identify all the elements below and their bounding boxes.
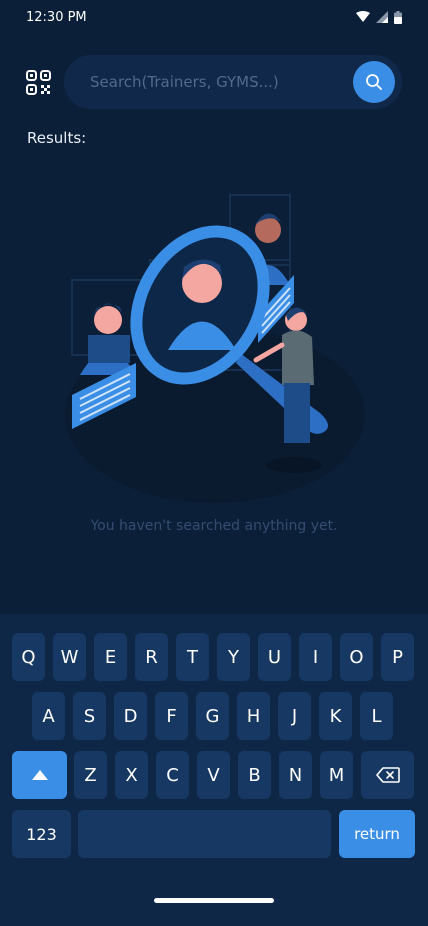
- empty-state-message: You haven't searched anything yet.: [90, 518, 338, 534]
- key-d[interactable]: D: [114, 692, 147, 740]
- search-button[interactable]: [353, 61, 395, 103]
- key-f[interactable]: F: [155, 692, 188, 740]
- key-l[interactable]: L: [360, 692, 393, 740]
- status-bar: 12:30 PM: [0, 0, 428, 34]
- results-label: Results:: [27, 129, 87, 147]
- status-icons: [356, 10, 402, 24]
- key-k[interactable]: K: [319, 692, 352, 740]
- search-field[interactable]: [64, 55, 402, 109]
- key-q[interactable]: Q: [12, 633, 45, 681]
- keyboard-row-1: Q W E R T Y U I O P: [0, 633, 428, 681]
- keyboard-row-3: Z X C V B N M: [0, 751, 428, 799]
- key-n[interactable]: N: [279, 751, 312, 799]
- key-o[interactable]: O: [340, 633, 373, 681]
- return-key[interactable]: return: [339, 810, 415, 858]
- key-j[interactable]: J: [278, 692, 311, 740]
- person-card-left: [80, 303, 136, 375]
- key-p[interactable]: P: [381, 633, 414, 681]
- key-u[interactable]: U: [258, 633, 291, 681]
- key-z[interactable]: Z: [74, 751, 107, 799]
- search-icon: [366, 74, 382, 90]
- keyboard-row-2: A S D F G H J K L: [0, 692, 428, 740]
- key-h[interactable]: H: [237, 692, 270, 740]
- key-c[interactable]: C: [156, 751, 189, 799]
- key-w[interactable]: W: [53, 633, 86, 681]
- key-e[interactable]: E: [94, 633, 127, 681]
- empty-search-illustration: [65, 194, 365, 503]
- wifi-icon: [356, 11, 370, 22]
- key-r[interactable]: R: [135, 633, 168, 681]
- signal-icon: [376, 11, 388, 23]
- shift-icon: [31, 770, 48, 780]
- search-input[interactable]: [90, 73, 340, 91]
- backspace-key[interactable]: [361, 751, 414, 799]
- key-y[interactable]: Y: [217, 633, 250, 681]
- key-g[interactable]: G: [196, 692, 229, 740]
- search-bar-row: [0, 55, 428, 109]
- key-m[interactable]: M: [320, 751, 353, 799]
- key-s[interactable]: S: [73, 692, 106, 740]
- battery-icon: [394, 10, 402, 24]
- home-indicator[interactable]: [154, 898, 274, 903]
- shift-key[interactable]: [12, 751, 67, 799]
- backspace-icon: [375, 767, 400, 783]
- key-x[interactable]: X: [115, 751, 148, 799]
- qr-code-icon[interactable]: [26, 70, 51, 95]
- space-key[interactable]: [78, 810, 331, 858]
- key-i[interactable]: I: [299, 633, 332, 681]
- key-a[interactable]: A: [32, 692, 65, 740]
- keyboard: Q W E R T Y U I O P A S D F G H J K L Z …: [0, 614, 428, 926]
- numbers-key[interactable]: 123: [12, 810, 71, 858]
- key-b[interactable]: B: [238, 751, 271, 799]
- keyboard-row-4: 123 return: [0, 810, 428, 858]
- key-v[interactable]: V: [197, 751, 230, 799]
- status-time: 12:30 PM: [26, 9, 87, 25]
- key-t[interactable]: T: [176, 633, 209, 681]
